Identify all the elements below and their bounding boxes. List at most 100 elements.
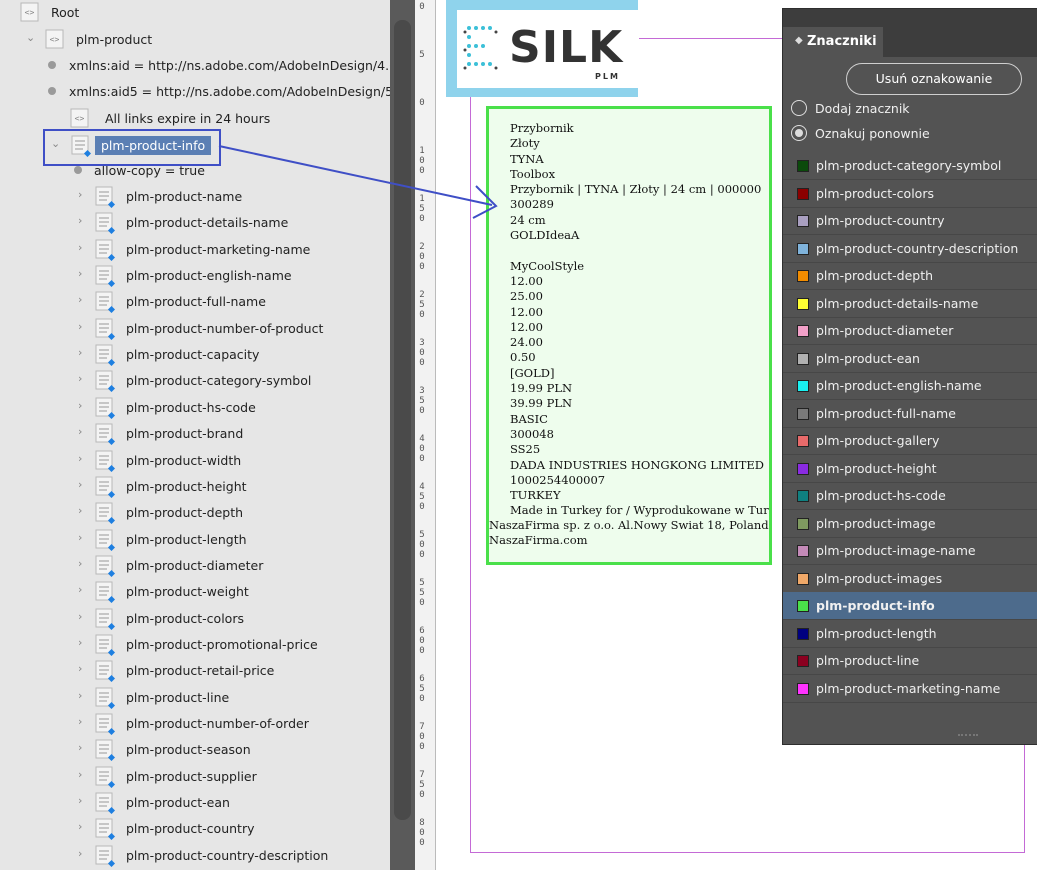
vertical-scrollbar[interactable] [390, 0, 415, 870]
tagged-text-icon [95, 555, 116, 577]
tree-row-child[interactable]: › plm-product-supplier [0, 764, 390, 790]
chevron-right-icon[interactable]: › [78, 610, 88, 624]
tag-row[interactable]: plm-product-line [783, 647, 1037, 675]
tree-row-child[interactable]: › plm-product-height [0, 474, 390, 500]
chevron-right-icon[interactable]: › [78, 531, 88, 545]
tree-row-child[interactable]: › plm-product-marketing-name [0, 237, 390, 263]
tag-row[interactable]: plm-product-height [783, 455, 1037, 483]
chevron-right-icon[interactable]: › [78, 372, 88, 386]
tag-row[interactable]: plm-product-images [783, 565, 1037, 593]
chevron-right-icon[interactable]: › [78, 820, 88, 834]
tree-row-child[interactable]: › plm-product-length [0, 527, 390, 553]
tree-row-attr-aid5[interactable]: xmlns:aid5 = http://ns.adobe.com/AdobeIn… [0, 79, 390, 105]
chevron-right-icon[interactable]: › [78, 478, 88, 492]
collapse-arrow-icon[interactable]: ◆ [795, 35, 803, 46]
chevron-right-icon[interactable]: › [78, 847, 88, 861]
chevron-right-icon[interactable]: › [78, 689, 88, 703]
radio-add-tag[interactable] [791, 100, 807, 116]
tree-row-child[interactable]: › plm-product-season [0, 737, 390, 763]
tree-row-child[interactable]: › plm-product-english-name [0, 263, 390, 289]
chevron-right-icon[interactable]: › [78, 504, 88, 518]
tab-tags[interactable]: ◆ Znaczniki [787, 27, 883, 57]
tag-row[interactable]: plm-product-depth [783, 262, 1037, 290]
chevron-right-icon[interactable]: › [78, 557, 88, 571]
scrollbar-thumb[interactable] [394, 20, 411, 820]
tag-row[interactable]: plm-product-full-name [783, 400, 1037, 428]
tag-row[interactable]: plm-product-ean [783, 345, 1037, 373]
logo-frame[interactable]: SILK PLM [446, 0, 639, 97]
tree-row-child[interactable]: › plm-product-depth [0, 500, 390, 526]
tag-row[interactable]: plm-product-details-name [783, 290, 1037, 318]
chevron-right-icon[interactable]: › [78, 214, 88, 228]
tree-row-child[interactable]: › plm-product-line [0, 685, 390, 711]
tag-row[interactable]: plm-product-hs-code [783, 482, 1037, 510]
tag-row[interactable]: plm-product-diameter [783, 317, 1037, 345]
tag-label: plm-product-image-name [816, 543, 976, 558]
chevron-right-icon[interactable]: › [78, 188, 88, 202]
tree-row-child[interactable]: › plm-product-colors [0, 606, 390, 632]
chevron-right-icon[interactable]: › [78, 346, 88, 360]
tagged-text-icon [95, 739, 116, 762]
tree-row-child[interactable]: › plm-product-promotional-price [0, 632, 390, 658]
tree-row-child[interactable]: › plm-product-number-of-order [0, 711, 390, 737]
attribute-dot-icon [48, 61, 56, 69]
tree-row-child[interactable]: › plm-product-number-of-product [0, 316, 390, 342]
ruler-label: 7 0 0 [419, 722, 425, 752]
tree-row-child[interactable]: › plm-product-brand [0, 421, 390, 447]
chevron-right-icon[interactable]: › [78, 452, 88, 466]
tag-row[interactable]: plm-product-country [783, 207, 1037, 235]
chevron-down-icon[interactable]: ⌄ [26, 31, 36, 45]
chevron-right-icon[interactable]: › [78, 715, 88, 729]
untag-button[interactable]: Usuń oznakowanie [846, 63, 1022, 95]
tree-row-child[interactable]: › plm-product-diameter [0, 553, 390, 579]
tree-row-root[interactable]: <> Root [0, 0, 390, 26]
tree-row-child[interactable]: › plm-product-weight [0, 579, 390, 605]
tag-row[interactable]: plm-product-length [783, 620, 1037, 648]
tag-row[interactable]: plm-product-image [783, 510, 1037, 538]
info-text-line: 24.00 [510, 335, 543, 350]
tree-row-child[interactable]: › plm-product-hs-code [0, 395, 390, 421]
tag-row[interactable]: plm-product-category-symbol [783, 152, 1037, 180]
tree-row-product[interactable]: ⌄ <> plm-product [0, 27, 390, 53]
chevron-right-icon[interactable]: › [78, 662, 88, 676]
chevron-right-icon[interactable]: › [78, 241, 88, 255]
tree-row-child[interactable]: › plm-product-category-symbol [0, 368, 390, 394]
tree-row-child[interactable]: › plm-product-country [0, 816, 390, 842]
product-info-text-frame[interactable]: Przybornik Złoty TYNA Toolbox Przybornik | T… [486, 106, 772, 565]
tag-row[interactable]: plm-product-image-name [783, 537, 1037, 565]
resize-grip-icon[interactable] [958, 734, 978, 742]
chevron-right-icon[interactable]: › [78, 741, 88, 755]
tagged-text-icon [95, 212, 116, 235]
tree-row-child[interactable]: › plm-product-country-description [0, 843, 390, 869]
tree-row-child[interactable]: › plm-product-retail-price [0, 658, 390, 684]
chevron-right-icon[interactable]: › [78, 425, 88, 439]
chevron-right-icon[interactable]: › [78, 293, 88, 307]
tree-row-child[interactable]: › plm-product-details-name [0, 210, 390, 236]
chevron-right-icon[interactable]: › [78, 636, 88, 650]
tag-row[interactable]: plm-product-colors [783, 180, 1037, 208]
chevron-right-icon[interactable]: › [78, 583, 88, 597]
tree-row-child[interactable]: › plm-product-name [0, 184, 390, 210]
tagged-text-icon [95, 291, 116, 314]
info-wrap-line-1: NaszaFirma sp. z o.o. Al.Nowy Swiat 18, … [489, 518, 769, 532]
tag-row[interactable]: plm-product-info [783, 592, 1037, 620]
radio-retag[interactable] [791, 125, 807, 141]
tag-row[interactable]: plm-product-gallery [783, 427, 1037, 455]
chevron-right-icon[interactable]: › [78, 320, 88, 334]
panel-title-bar[interactable] [783, 9, 1037, 27]
chevron-right-icon[interactable]: › [78, 794, 88, 808]
tab-tags-label: Znaczniki [807, 34, 877, 49]
chevron-right-icon[interactable]: › [78, 768, 88, 782]
tree-row-child[interactable]: › plm-product-full-name [0, 289, 390, 315]
tag-row[interactable]: plm-product-country-description [783, 235, 1037, 263]
chevron-right-icon[interactable]: › [78, 399, 88, 413]
chevron-right-icon[interactable]: › [78, 267, 88, 281]
tree-row-child[interactable]: › plm-product-capacity [0, 342, 390, 368]
tree-row-child[interactable]: › plm-product-width [0, 448, 390, 474]
tag-row[interactable]: plm-product-marketing-name [783, 675, 1037, 703]
tree-row-attr-aid[interactable]: xmlns:aid = http://ns.adobe.com/AdobeInD… [0, 53, 390, 79]
tree-row-child[interactable]: › plm-product-ean [0, 790, 390, 816]
tag-row[interactable]: plm-product-english-name [783, 372, 1037, 400]
ruler-label: 3 5 0 [419, 386, 425, 416]
info-text-line [510, 243, 769, 258]
